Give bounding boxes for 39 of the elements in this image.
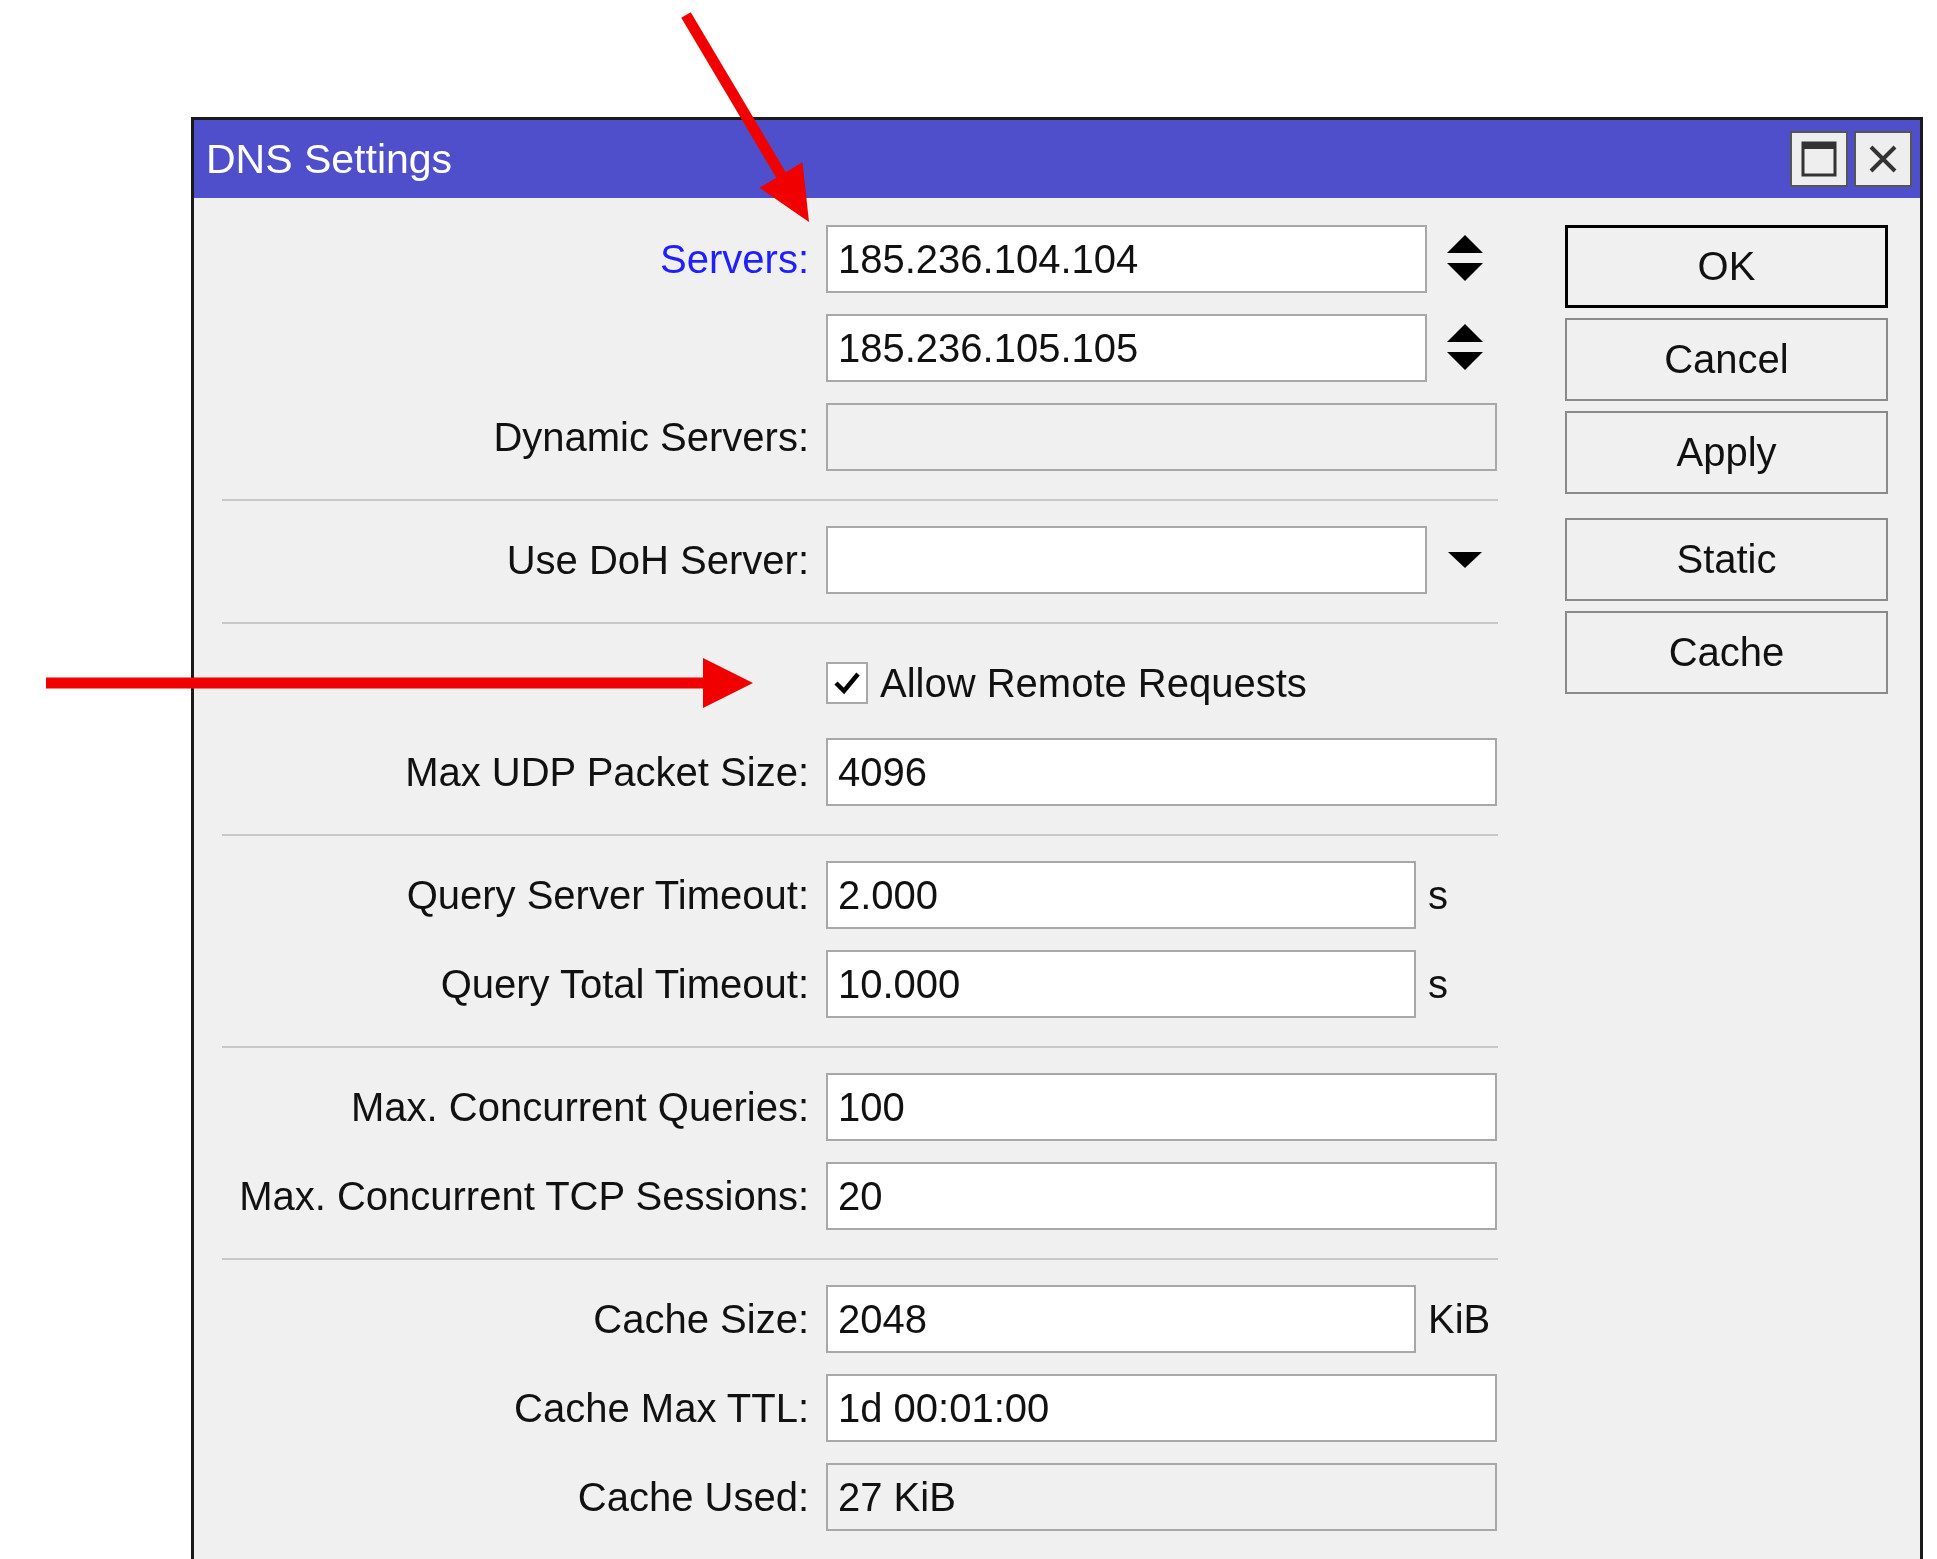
input-field[interactable]: 100 <box>826 1073 1497 1141</box>
field-label[interactable]: Servers: <box>660 236 809 282</box>
input-field[interactable]: 185.236.105.105 <box>826 314 1427 382</box>
field-label: Dynamic Servers: <box>493 414 809 460</box>
input-field[interactable]: 2048 <box>826 1285 1416 1353</box>
field-label: Cache Max TTL: <box>514 1385 809 1431</box>
field-label: Query Server Timeout: <box>406 872 809 918</box>
input-field[interactable]: 4096 <box>826 738 1497 806</box>
maximize-icon <box>1801 141 1837 177</box>
dialog-button[interactable]: OK <box>1565 225 1888 308</box>
close-button[interactable] <box>1854 131 1912 187</box>
unit-label: s <box>1428 872 1448 918</box>
dropdown-field[interactable] <box>826 526 1427 594</box>
window-title: DNS Settings <box>206 135 453 183</box>
field-label: Query Total Timeout: <box>440 961 809 1007</box>
checkbox-label: Allow Remote Requests <box>880 660 1307 706</box>
input-field[interactable] <box>826 403 1497 471</box>
unit-label: KiB <box>1428 1296 1491 1342</box>
input-field[interactable]: 185.236.104.104 <box>826 225 1427 293</box>
field-label: Cache Size: <box>593 1296 809 1342</box>
field-label: Max. Concurrent TCP Sessions: <box>239 1173 809 1219</box>
field-label: Max UDP Packet Size: <box>405 749 809 795</box>
field-label: Use DoH Server: <box>506 537 809 583</box>
input-field[interactable]: 1d 00:01:00 <box>826 1374 1497 1442</box>
dialog-button[interactable]: Cache <box>1565 611 1888 694</box>
input-field[interactable]: 10.000 <box>826 950 1416 1018</box>
unit-label: s <box>1428 961 1448 1007</box>
checkbox[interactable] <box>826 662 868 704</box>
input-field[interactable]: 2.000 <box>826 861 1416 929</box>
dialog-button[interactable]: Static <box>1565 518 1888 601</box>
field-label: Max. Concurrent Queries: <box>351 1084 809 1130</box>
input-field[interactable]: 20 <box>826 1162 1497 1230</box>
field-label: Cache Used: <box>577 1474 809 1520</box>
input-field[interactable]: 27 KiB <box>826 1463 1497 1531</box>
caret-icon[interactable] <box>1447 551 1483 569</box>
dialog-button[interactable]: Cancel <box>1565 318 1888 401</box>
dialog-button[interactable]: Apply <box>1565 411 1888 494</box>
close-icon <box>1868 144 1898 174</box>
maximize-button[interactable] <box>1790 131 1848 187</box>
